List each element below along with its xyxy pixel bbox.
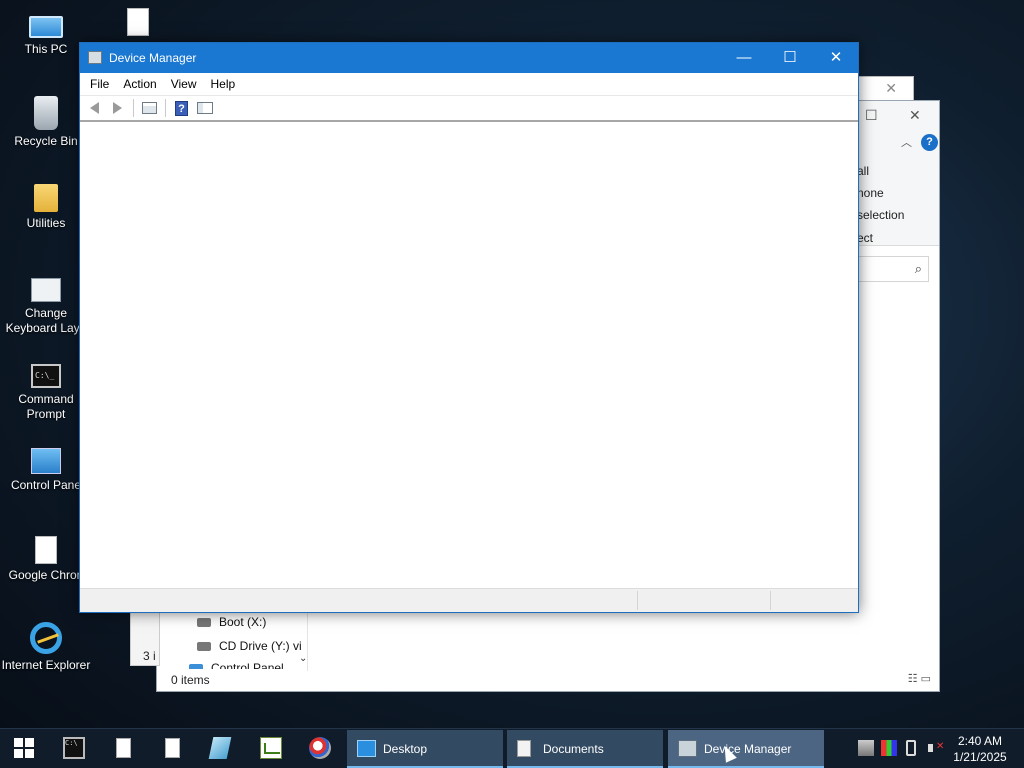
taskbar-button-label: Device Manager xyxy=(704,742,792,756)
desktop-icon xyxy=(357,740,376,757)
notepad-icon[interactable] xyxy=(208,737,232,759)
ribbon-select-group-label: ect xyxy=(857,231,874,245)
desktop-icon-label: Internet Explorer xyxy=(1,658,91,672)
maximize-icon[interactable]: ☐ xyxy=(865,107,878,124)
start-icon xyxy=(14,749,23,758)
toolbar-divider xyxy=(165,99,166,117)
taskbar-button-label: Desktop xyxy=(383,742,428,756)
device-tree-pane[interactable] xyxy=(80,126,858,588)
close-icon[interactable]: ✕ xyxy=(885,80,897,97)
document-icon[interactable] xyxy=(165,738,180,758)
show-hide-console-tree-icon xyxy=(196,102,213,114)
network-icon[interactable] xyxy=(858,740,874,756)
start-icon xyxy=(25,749,34,758)
taskbar-button-device-manager[interactable]: Device Manager xyxy=(668,730,824,768)
internet-explorer-icon xyxy=(30,622,62,654)
command-prompt-icon: C:\_ xyxy=(31,364,61,388)
close-button[interactable]: ✕ xyxy=(813,43,859,73)
folder-icon xyxy=(34,184,58,212)
taskbar-button-documents[interactable]: Documents xyxy=(507,730,663,768)
taskbar: C:\ Desktop Documents Device Manager 2:4… xyxy=(0,728,1024,768)
menu-action[interactable]: Action xyxy=(116,73,163,96)
recycle-bin-icon xyxy=(34,96,58,130)
clock-date: 1/21/2025 xyxy=(953,750,1007,764)
start-icon xyxy=(14,738,23,747)
title-bar[interactable]: Device Manager — ☐ ✕ xyxy=(80,43,858,73)
menu-file[interactable]: File xyxy=(83,73,116,96)
spreadsheet-icon[interactable] xyxy=(260,737,282,759)
forward-button[interactable] xyxy=(106,98,129,118)
toolbar: ? xyxy=(80,96,858,122)
search-icon: ⌕ xyxy=(914,261,922,276)
control-panel-icon xyxy=(31,448,61,474)
tree-item-control-panel[interactable]: Control Panel xyxy=(189,661,284,669)
help-button[interactable]: ? xyxy=(170,98,193,118)
ribbon-invert-selection[interactable]: selection xyxy=(857,208,904,222)
paint-icon[interactable] xyxy=(309,737,331,759)
back-button[interactable] xyxy=(83,98,106,118)
document-icon xyxy=(517,740,531,757)
clock[interactable]: 2:40 AM 1/21/2025 xyxy=(946,733,1014,765)
status-pane xyxy=(770,591,771,610)
tree-item-cd-drive[interactable]: CD Drive (Y:) vi xyxy=(197,639,302,653)
clock-time: 2:40 AM xyxy=(957,734,1003,748)
drive-icon xyxy=(197,618,211,628)
status-pane xyxy=(637,591,638,610)
help-icon[interactable]: ? xyxy=(921,134,938,151)
taskbar-button-label: Documents xyxy=(543,742,604,756)
menu-view[interactable]: View xyxy=(164,73,204,96)
forward-icon xyxy=(113,102,122,114)
view-mode-icons[interactable]: ☷ ▭ xyxy=(908,672,931,685)
keyboard-settings-icon xyxy=(31,278,61,302)
control-panel-icon xyxy=(189,664,203,669)
show-hide-console-tree-button[interactable] xyxy=(193,98,216,118)
usb-icon[interactable] xyxy=(906,740,916,756)
properties-icon xyxy=(142,102,157,114)
toolbar-divider xyxy=(133,99,134,117)
taskbar-button-desktop[interactable]: Desktop xyxy=(347,730,503,768)
command-prompt-icon[interactable]: C:\ xyxy=(63,737,85,759)
tree-item-boot[interactable]: Boot (X:) xyxy=(197,615,266,629)
display-color-icon[interactable] xyxy=(881,740,897,756)
ribbon-select-none[interactable]: none xyxy=(857,186,884,200)
scroll-down-icon[interactable]: ⌄ xyxy=(299,653,307,664)
background-window-fragment[interactable]: 3 i xyxy=(130,612,160,666)
start-icon xyxy=(25,738,34,747)
document-icon[interactable] xyxy=(116,738,131,758)
minimize-button[interactable]: — xyxy=(721,43,767,73)
tree-item-label: CD Drive (Y:) vi xyxy=(219,639,302,653)
chevron-up-icon[interactable]: ︿ xyxy=(901,134,912,150)
document-icon xyxy=(35,536,57,564)
search-input[interactable]: ⌕ xyxy=(857,256,929,282)
maximize-button[interactable]: ☐ xyxy=(767,43,813,73)
tree-item-label: Boot (X:) xyxy=(219,615,267,629)
computer-icon xyxy=(29,16,63,38)
tree-item-label: Control Panel xyxy=(211,661,284,669)
desktop-icon-internet-explorer[interactable]: Internet Explorer xyxy=(0,622,92,673)
device-manager-window[interactable]: Device Manager — ☐ ✕ File Action View He… xyxy=(79,42,859,613)
properties-button[interactable] xyxy=(138,98,161,118)
fragment-text: 3 i xyxy=(143,649,156,663)
cd-drive-icon xyxy=(197,642,211,652)
back-icon xyxy=(90,102,99,114)
menu-bar: File Action View Help xyxy=(80,73,858,96)
volume-muted-icon[interactable] xyxy=(928,740,944,756)
start-button[interactable] xyxy=(13,737,35,759)
close-icon[interactable]: ✕ xyxy=(909,107,921,124)
device-manager-icon xyxy=(88,51,102,64)
status-item-count: 0 items xyxy=(171,673,210,687)
window-title: Device Manager xyxy=(109,51,197,65)
help-icon: ? xyxy=(175,100,188,116)
blank-file-icon xyxy=(127,8,149,36)
menu-help[interactable]: Help xyxy=(204,73,243,96)
desktop-icon-blank-file[interactable] xyxy=(92,8,184,40)
status-bar xyxy=(80,588,858,612)
device-manager-icon xyxy=(678,740,697,757)
